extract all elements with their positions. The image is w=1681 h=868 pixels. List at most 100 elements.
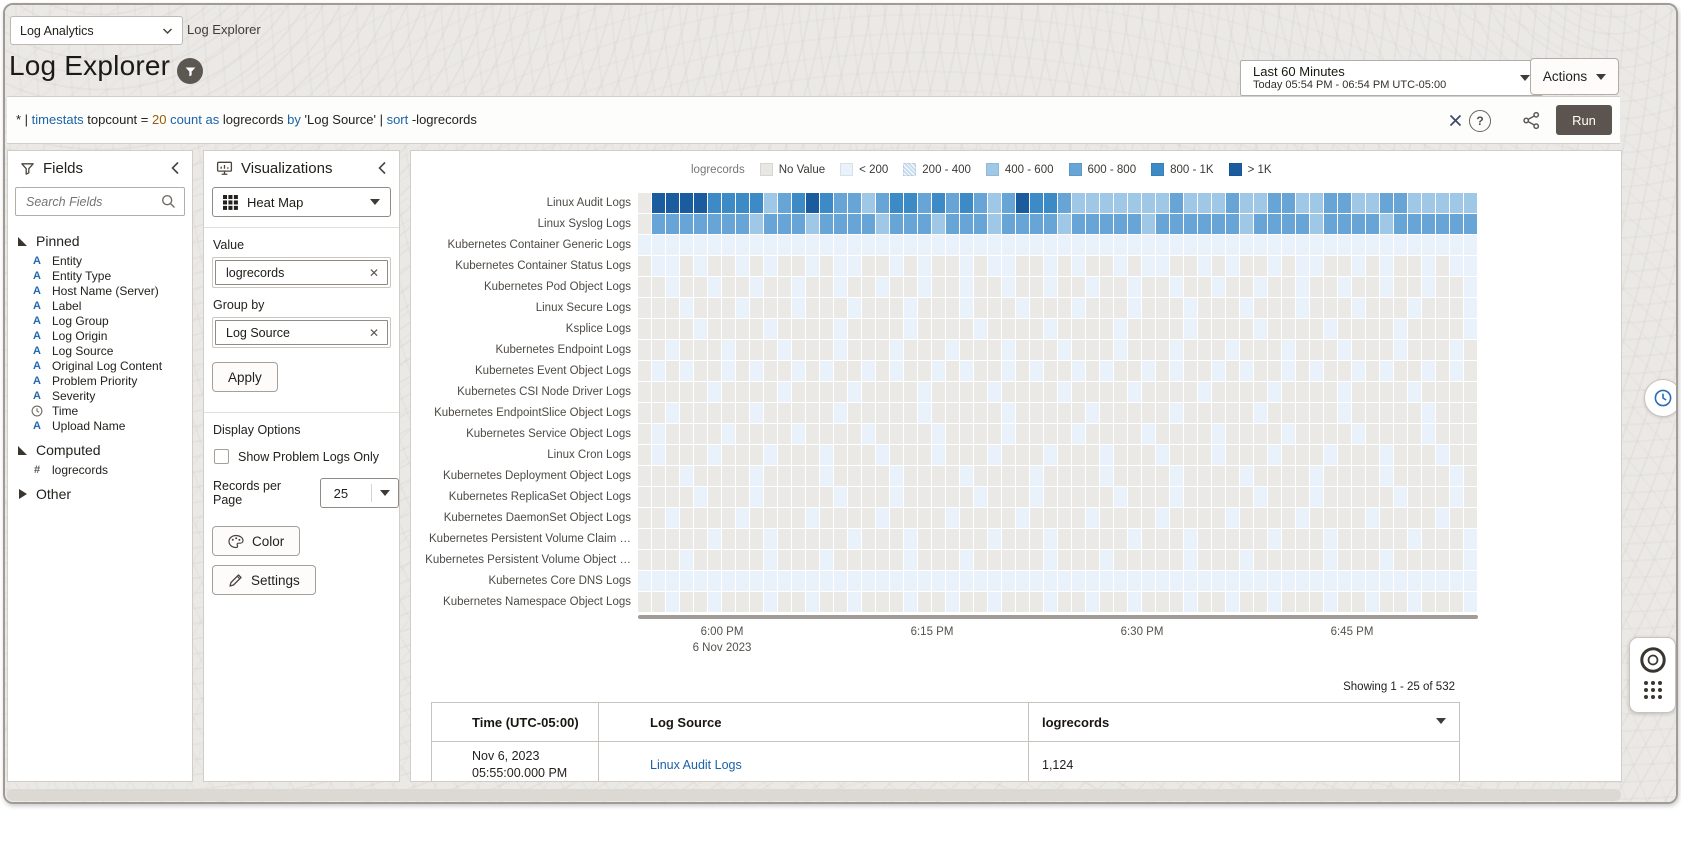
heatmap-cell[interactable] <box>1030 571 1043 591</box>
heatmap-cell[interactable] <box>666 445 679 465</box>
heatmap-cell[interactable] <box>1436 424 1449 444</box>
heatmap-cell[interactable] <box>974 571 987 591</box>
heatmap-cell[interactable] <box>792 487 805 507</box>
heatmap-cell[interactable] <box>1422 382 1435 402</box>
heatmap-cell[interactable] <box>1142 550 1155 570</box>
heatmap-cell[interactable] <box>1310 277 1323 297</box>
heatmap-cell[interactable] <box>862 487 875 507</box>
heatmap-cell[interactable] <box>1016 382 1029 402</box>
heatmap-cell[interactable] <box>820 382 833 402</box>
heatmap-cell[interactable] <box>1184 487 1197 507</box>
heatmap-cell[interactable] <box>1184 340 1197 360</box>
heatmap-cell[interactable] <box>1030 340 1043 360</box>
heatmap-cell[interactable] <box>736 550 749 570</box>
heatmap-cell[interactable] <box>1016 298 1029 318</box>
heatmap-cell[interactable] <box>1170 256 1183 276</box>
heatmap-cell[interactable] <box>1100 592 1113 612</box>
heatmap-cell[interactable] <box>1408 361 1421 381</box>
heatmap-cell[interactable] <box>1296 298 1309 318</box>
heatmap-cell[interactable] <box>834 529 847 549</box>
field-item[interactable]: #logrecords <box>18 462 188 477</box>
heatmap-cell[interactable] <box>1198 256 1211 276</box>
heatmap-scrollbar[interactable] <box>638 615 1478 619</box>
heatmap-cell[interactable] <box>1044 277 1057 297</box>
heatmap-cell[interactable] <box>652 529 665 549</box>
heatmap-cell[interactable] <box>820 319 833 339</box>
heatmap-cell[interactable] <box>1310 235 1323 255</box>
heatmap-cell[interactable] <box>1394 256 1407 276</box>
heatmap-cell[interactable] <box>890 592 903 612</box>
heatmap-cell[interactable] <box>1268 445 1281 465</box>
heatmap-cell[interactable] <box>764 424 777 444</box>
heatmap-cell[interactable] <box>1422 550 1435 570</box>
heatmap-cell[interactable] <box>1422 193 1435 213</box>
heatmap-cell[interactable] <box>1072 403 1085 423</box>
heatmap-cell[interactable] <box>1072 319 1085 339</box>
heatmap-cell[interactable] <box>1128 466 1141 486</box>
heatmap-cell[interactable] <box>1226 298 1239 318</box>
heatmap-cell[interactable] <box>638 466 651 486</box>
heatmap-cell[interactable] <box>1142 319 1155 339</box>
heatmap-cell[interactable] <box>876 487 889 507</box>
heatmap-cell[interactable] <box>932 298 945 318</box>
heatmap-cell[interactable] <box>890 319 903 339</box>
heatmap-cell[interactable] <box>1240 193 1253 213</box>
heatmap-cell[interactable] <box>1170 466 1183 486</box>
heatmap-cell[interactable] <box>736 382 749 402</box>
heatmap-cell[interactable] <box>946 214 959 234</box>
heatmap-cell[interactable] <box>1114 361 1127 381</box>
heatmap-cell[interactable] <box>820 256 833 276</box>
heatmap-cell[interactable] <box>862 214 875 234</box>
heatmap-cell[interactable] <box>1114 235 1127 255</box>
heatmap-cell[interactable] <box>974 319 987 339</box>
heatmap-cell[interactable] <box>1422 487 1435 507</box>
heatmap-cell[interactable] <box>1058 550 1071 570</box>
heatmap-cell[interactable] <box>1114 424 1127 444</box>
heatmap-cell[interactable] <box>1170 277 1183 297</box>
heatmap-cell[interactable] <box>1128 298 1141 318</box>
heatmap-cell[interactable] <box>960 445 973 465</box>
heatmap-cell[interactable] <box>778 571 791 591</box>
heatmap-cell[interactable] <box>1450 466 1463 486</box>
heatmap-cell[interactable] <box>638 487 651 507</box>
heatmap-cell[interactable] <box>792 319 805 339</box>
heatmap-cell[interactable] <box>1268 193 1281 213</box>
heatmap-cell[interactable] <box>932 382 945 402</box>
heatmap-cell[interactable] <box>1156 235 1169 255</box>
heatmap-cell[interactable] <box>1226 592 1239 612</box>
column-header-log-source[interactable]: Log Source <box>599 703 1029 742</box>
heatmap-cell[interactable] <box>1366 508 1379 528</box>
heatmap-cell[interactable] <box>834 550 847 570</box>
heatmap-cell[interactable] <box>1366 214 1379 234</box>
heatmap-cell[interactable] <box>1324 508 1337 528</box>
heatmap-cell[interactable] <box>1338 382 1351 402</box>
search-fields-box[interactable] <box>15 187 185 216</box>
heatmap-cell[interactable] <box>988 487 1001 507</box>
heatmap-cell[interactable] <box>1310 466 1323 486</box>
heatmap-cell[interactable] <box>694 214 707 234</box>
heatmap-cell[interactable] <box>638 529 651 549</box>
heatmap-cell[interactable] <box>778 319 791 339</box>
heatmap-cell[interactable] <box>680 403 693 423</box>
heatmap-cell[interactable] <box>1422 361 1435 381</box>
heatmap-cell[interactable] <box>820 508 833 528</box>
heatmap-cell[interactable] <box>876 361 889 381</box>
heatmap-cell[interactable] <box>1156 445 1169 465</box>
heatmap-cell[interactable] <box>1352 277 1365 297</box>
heatmap-cell[interactable] <box>1268 340 1281 360</box>
heatmap-cell[interactable] <box>764 466 777 486</box>
heatmap-cell[interactable] <box>1394 466 1407 486</box>
heatmap-cell[interactable] <box>736 256 749 276</box>
heatmap-cell[interactable] <box>1170 298 1183 318</box>
clear-query-icon[interactable] <box>1447 112 1464 129</box>
heatmap-cell[interactable] <box>1030 214 1043 234</box>
heatmap-cell[interactable] <box>1296 403 1309 423</box>
heatmap-cell[interactable] <box>1030 361 1043 381</box>
heatmap-cell[interactable] <box>666 529 679 549</box>
heatmap-cell[interactable] <box>1100 256 1113 276</box>
heatmap-cell[interactable] <box>1240 571 1253 591</box>
heatmap-cell[interactable] <box>1338 298 1351 318</box>
heatmap-cell[interactable] <box>1436 193 1449 213</box>
heatmap-cell[interactable] <box>1086 361 1099 381</box>
share-icon[interactable] <box>1521 110 1541 130</box>
